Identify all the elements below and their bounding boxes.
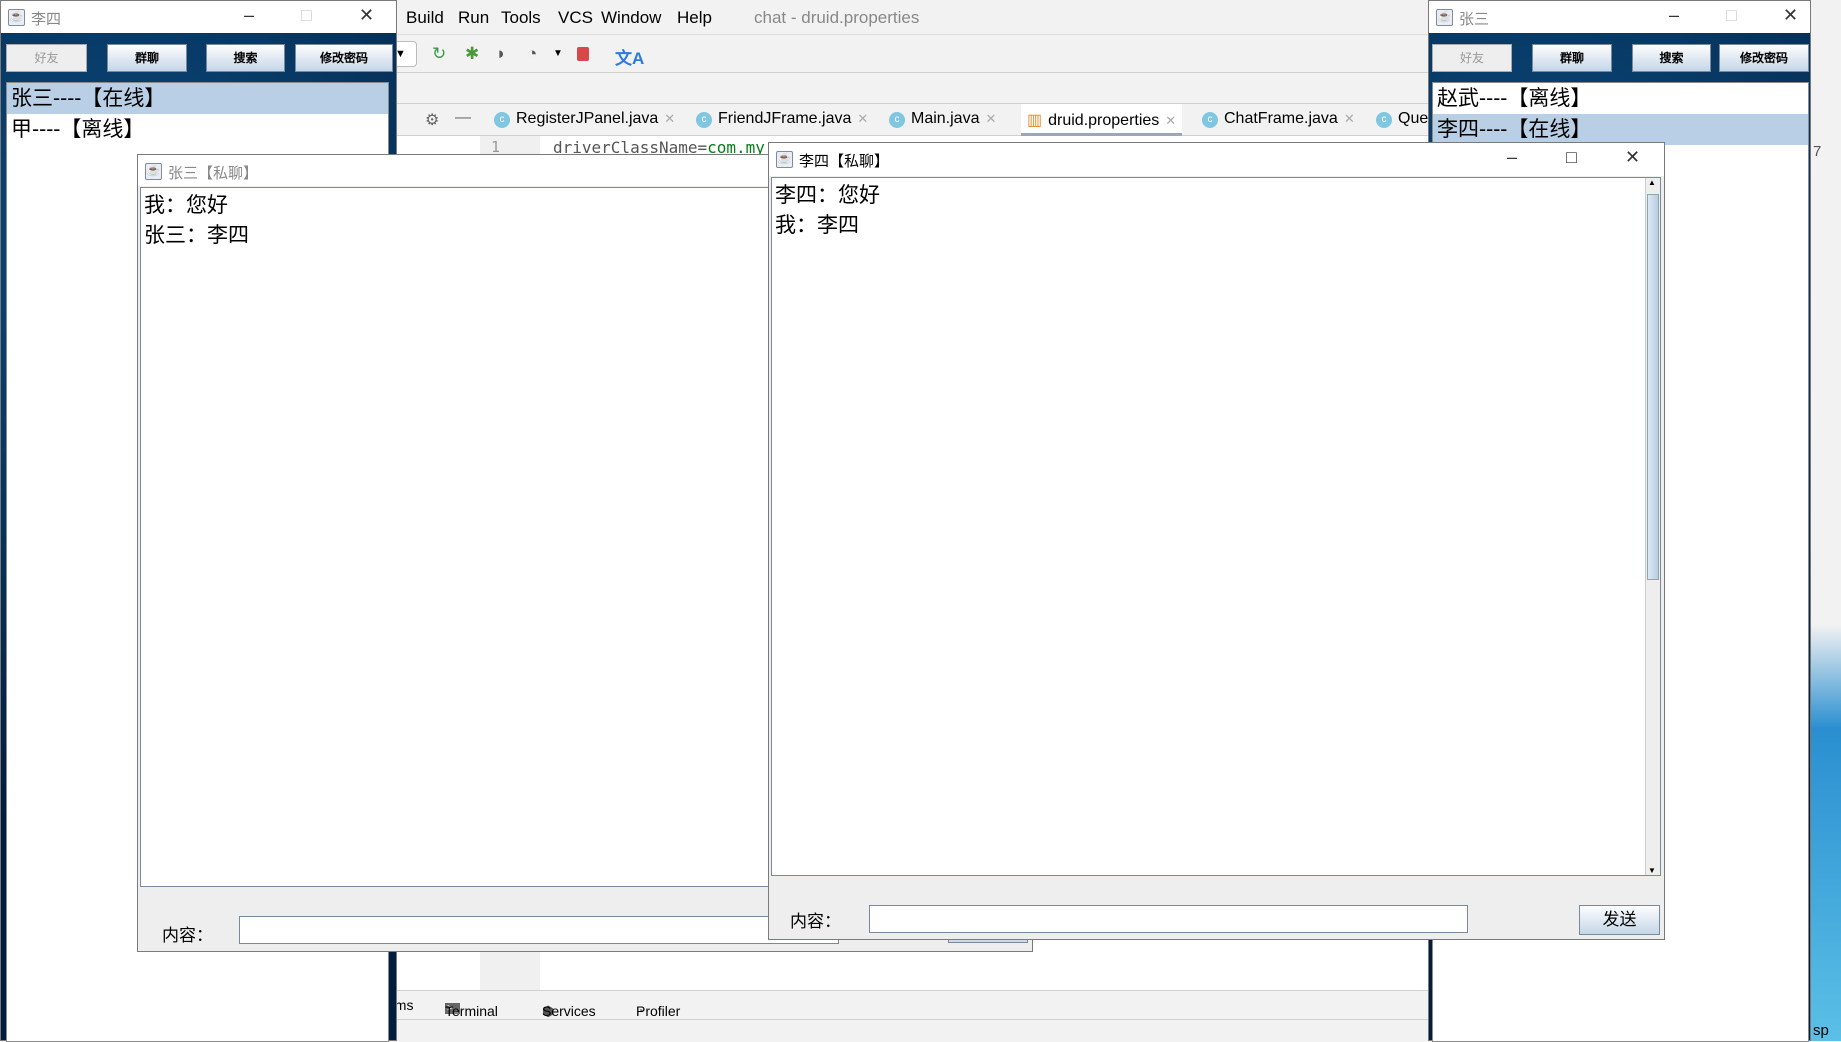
vertical-scrollbar[interactable]: ▲ ▼ (1645, 178, 1660, 875)
change-password-button[interactable]: 修改密码 (295, 44, 393, 72)
menu-vcs[interactable]: VCS (558, 8, 593, 28)
tab-main[interactable]: c Main.java ✕ (889, 110, 996, 128)
window-title: 李四【私聊】 (799, 153, 890, 170)
message-area[interactable]: 李四：您好 我：李四 (771, 177, 1661, 876)
message: 我：李四 (775, 213, 859, 237)
tab-friendjframe[interactable]: c FriendJFrame.java ✕ (696, 110, 868, 128)
send-button[interactable]: 发送 (1579, 905, 1660, 935)
class-icon: c (889, 112, 905, 128)
friend-item[interactable]: 甲----【离线】 (7, 114, 388, 145)
content-label: 内容： (790, 912, 841, 932)
friends-button[interactable]: 好友 (6, 44, 87, 72)
group-chat-button[interactable]: 群聊 (1532, 44, 1612, 72)
translate-icon[interactable]: 文A (615, 44, 644, 69)
rerun-icon[interactable]: ↻ (432, 44, 446, 64)
close-icon[interactable]: ✕ (1165, 113, 1176, 128)
maximize-button[interactable]: □ (301, 5, 312, 26)
chat-window-lisi: ☕ 李四【私聊】 – □ ✕ 李四：您好 我：李四 ▲ ▼ 内容： 发送 (768, 142, 1665, 940)
tab-druid-properties[interactable]: ▥ druid.properties ✕ (1021, 104, 1183, 137)
window-title: 张三【私聊】 (168, 165, 259, 182)
close-button[interactable]: ✕ (1625, 147, 1640, 168)
profile-icon[interactable]: ◔ (527, 44, 537, 64)
close-icon[interactable]: ✕ (664, 111, 675, 126)
minimize-button[interactable]: – (1507, 147, 1517, 168)
menu-tools[interactable]: Tools (501, 8, 541, 28)
java-icon: ☕ (1436, 9, 1453, 26)
properties-file-icon: ▥ (1027, 112, 1043, 129)
class-icon: c (1202, 112, 1218, 128)
gear-icon[interactable]: ⚙ (425, 110, 439, 130)
chevron-down-icon[interactable]: ▼ (553, 48, 563, 59)
friend-item[interactable]: 赵武----【离线】 (1433, 83, 1808, 114)
content-label: 内容： (162, 926, 213, 946)
friends-button[interactable]: 好友 (1432, 44, 1512, 72)
window-title: 张三 (1459, 11, 1490, 28)
close-icon[interactable]: ✕ (985, 111, 996, 126)
maximize-button[interactable]: □ (1566, 147, 1577, 168)
friend-item[interactable]: 张三----【在线】 (7, 83, 388, 114)
menu-window[interactable]: Window (601, 8, 661, 28)
close-button[interactable]: ✕ (359, 5, 374, 26)
ide-title: chat - druid.properties (754, 8, 920, 27)
menu-build[interactable]: Build (406, 8, 444, 28)
menu-run[interactable]: Run (458, 8, 489, 28)
close-icon[interactable]: ✕ (857, 111, 868, 126)
tab-registerjpanel[interactable]: c RegisterJPanel.java ✕ (494, 110, 675, 128)
scroll-up-arrow[interactable]: ▲ (1648, 178, 1656, 187)
desktop-fragment-top: 7 (1813, 143, 1822, 160)
minimize-button[interactable]: – (1669, 5, 1679, 26)
change-password-button[interactable]: 修改密码 (1719, 44, 1809, 72)
message-input[interactable] (869, 905, 1468, 933)
title-bar[interactable]: ☕ 李四 – □ ✕ (1, 1, 396, 33)
scroll-down-arrow[interactable]: ▼ (1648, 866, 1656, 875)
class-icon: c (494, 112, 510, 128)
maximize-button[interactable]: □ (1726, 5, 1737, 26)
close-button[interactable]: ✕ (1783, 5, 1798, 26)
title-bar[interactable]: ☕ 李四【私聊】 – □ ✕ (769, 143, 1664, 176)
group-chat-button[interactable]: 群聊 (107, 44, 187, 72)
stop-icon[interactable] (577, 47, 589, 61)
desktop-fragment-bottom: sp (1813, 1022, 1829, 1039)
close-icon[interactable]: ✕ (1344, 111, 1355, 126)
minimize-button[interactable]: – (244, 5, 254, 26)
message: 李四：您好 (775, 183, 880, 207)
title-bar[interactable]: ☕ 张三 – □ ✕ (1429, 1, 1810, 33)
scrollbar-thumb[interactable] (1647, 194, 1659, 580)
minimize-icon[interactable]: — (455, 109, 471, 127)
search-button[interactable]: 搜索 (1632, 44, 1711, 72)
coverage-icon[interactable]: ◗ (496, 44, 506, 64)
class-icon: c (696, 112, 712, 128)
java-icon: ☕ (145, 163, 162, 180)
java-icon: ☕ (8, 9, 25, 26)
desktop-strip: 7 sp (1809, 0, 1841, 1041)
tab-chatframe[interactable]: c ChatFrame.java ✕ (1202, 110, 1355, 128)
search-button[interactable]: 搜索 (206, 44, 285, 72)
tab-que[interactable]: c Que (1376, 110, 1428, 128)
debug-icon[interactable]: ✱ (465, 44, 479, 64)
message-input[interactable] (239, 916, 839, 944)
window-title: 李四 (31, 11, 62, 28)
java-icon: ☕ (776, 151, 793, 168)
class-icon: c (1376, 112, 1392, 128)
friend-item[interactable]: 李四----【在线】 (1433, 114, 1808, 145)
menu-help[interactable]: Help (677, 8, 712, 28)
